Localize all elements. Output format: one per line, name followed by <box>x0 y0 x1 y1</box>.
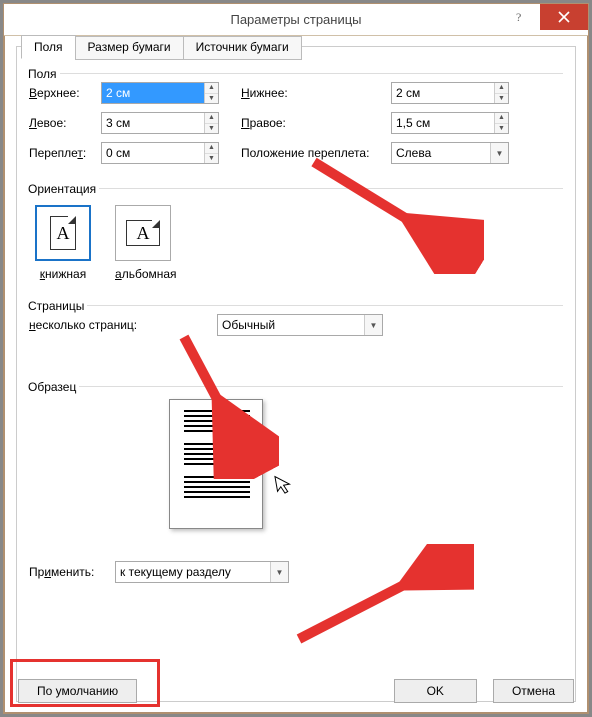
tab-paper-source[interactable]: Источник бумаги <box>183 36 302 60</box>
label-apply: Применить: <box>29 565 115 579</box>
page-landscape-icon: A <box>126 220 160 246</box>
group-sample-label: Образец <box>28 380 79 394</box>
tab-fields[interactable]: Поля <box>21 35 76 59</box>
tab-strip: Поля Размер бумаги Источник бумаги <box>21 35 301 59</box>
chevron-down-icon: ▼ <box>364 315 382 335</box>
input-right-margin[interactable]: ▲▼ <box>391 112 509 134</box>
cancel-button[interactable]: Отмена <box>493 679 574 703</box>
page-portrait-icon: A <box>50 216 76 250</box>
chevron-down-icon: ▼ <box>490 143 508 163</box>
page-setup-dialog: Параметры страницы ? Поля Размер бумаги … <box>3 3 589 714</box>
help-button[interactable]: ? <box>500 4 540 30</box>
close-button[interactable] <box>540 4 588 30</box>
chevron-down-icon: ▼ <box>270 562 288 582</box>
titlebar: Параметры страницы ? <box>4 4 588 36</box>
input-gutter[interactable]: ▲▼ <box>101 142 219 164</box>
tab-paper-size[interactable]: Размер бумаги <box>75 36 184 60</box>
svg-text:?: ? <box>516 11 521 23</box>
label-multipage: несколько страниц: <box>29 318 217 332</box>
ok-button[interactable]: OK <box>394 679 477 703</box>
orientation-portrait[interactable]: A книжная <box>35 205 91 281</box>
select-multipage[interactable]: Обычный ▼ <box>217 314 383 336</box>
input-top-margin[interactable]: ▲▼ <box>101 82 219 104</box>
input-left-margin[interactable]: ▲▼ <box>101 112 219 134</box>
label-right: Правое: <box>241 116 391 130</box>
group-orientation-label: Ориентация <box>28 182 99 196</box>
orientation-landscape[interactable]: A альбомная <box>115 205 177 281</box>
default-button[interactable]: По умолчанию <box>18 679 137 703</box>
group-pages-label: Страницы <box>28 299 87 313</box>
label-gutter-pos: Положение переплета: <box>241 146 391 160</box>
label-gutter: Переплет: <box>29 146 101 160</box>
spin-down-icon[interactable]: ▼ <box>205 94 218 104</box>
label-bottom: Нижнее: <box>241 86 391 100</box>
button-bar: По умолчанию OK Отмена <box>4 679 588 703</box>
spin-up-icon[interactable]: ▲ <box>205 83 218 94</box>
select-gutter-pos[interactable]: Слева ▼ <box>391 142 509 164</box>
dialog-body: Поля Размер бумаги Источник бумаги Поля … <box>16 46 576 702</box>
label-top: Верхнее: <box>29 86 101 100</box>
label-left: Левое: <box>29 116 101 130</box>
group-margins-label: Поля <box>28 67 60 81</box>
input-bottom-margin[interactable]: ▲▼ <box>391 82 509 104</box>
sample-preview <box>169 399 263 529</box>
select-apply-to[interactable]: к текущему разделу ▼ <box>115 561 289 583</box>
